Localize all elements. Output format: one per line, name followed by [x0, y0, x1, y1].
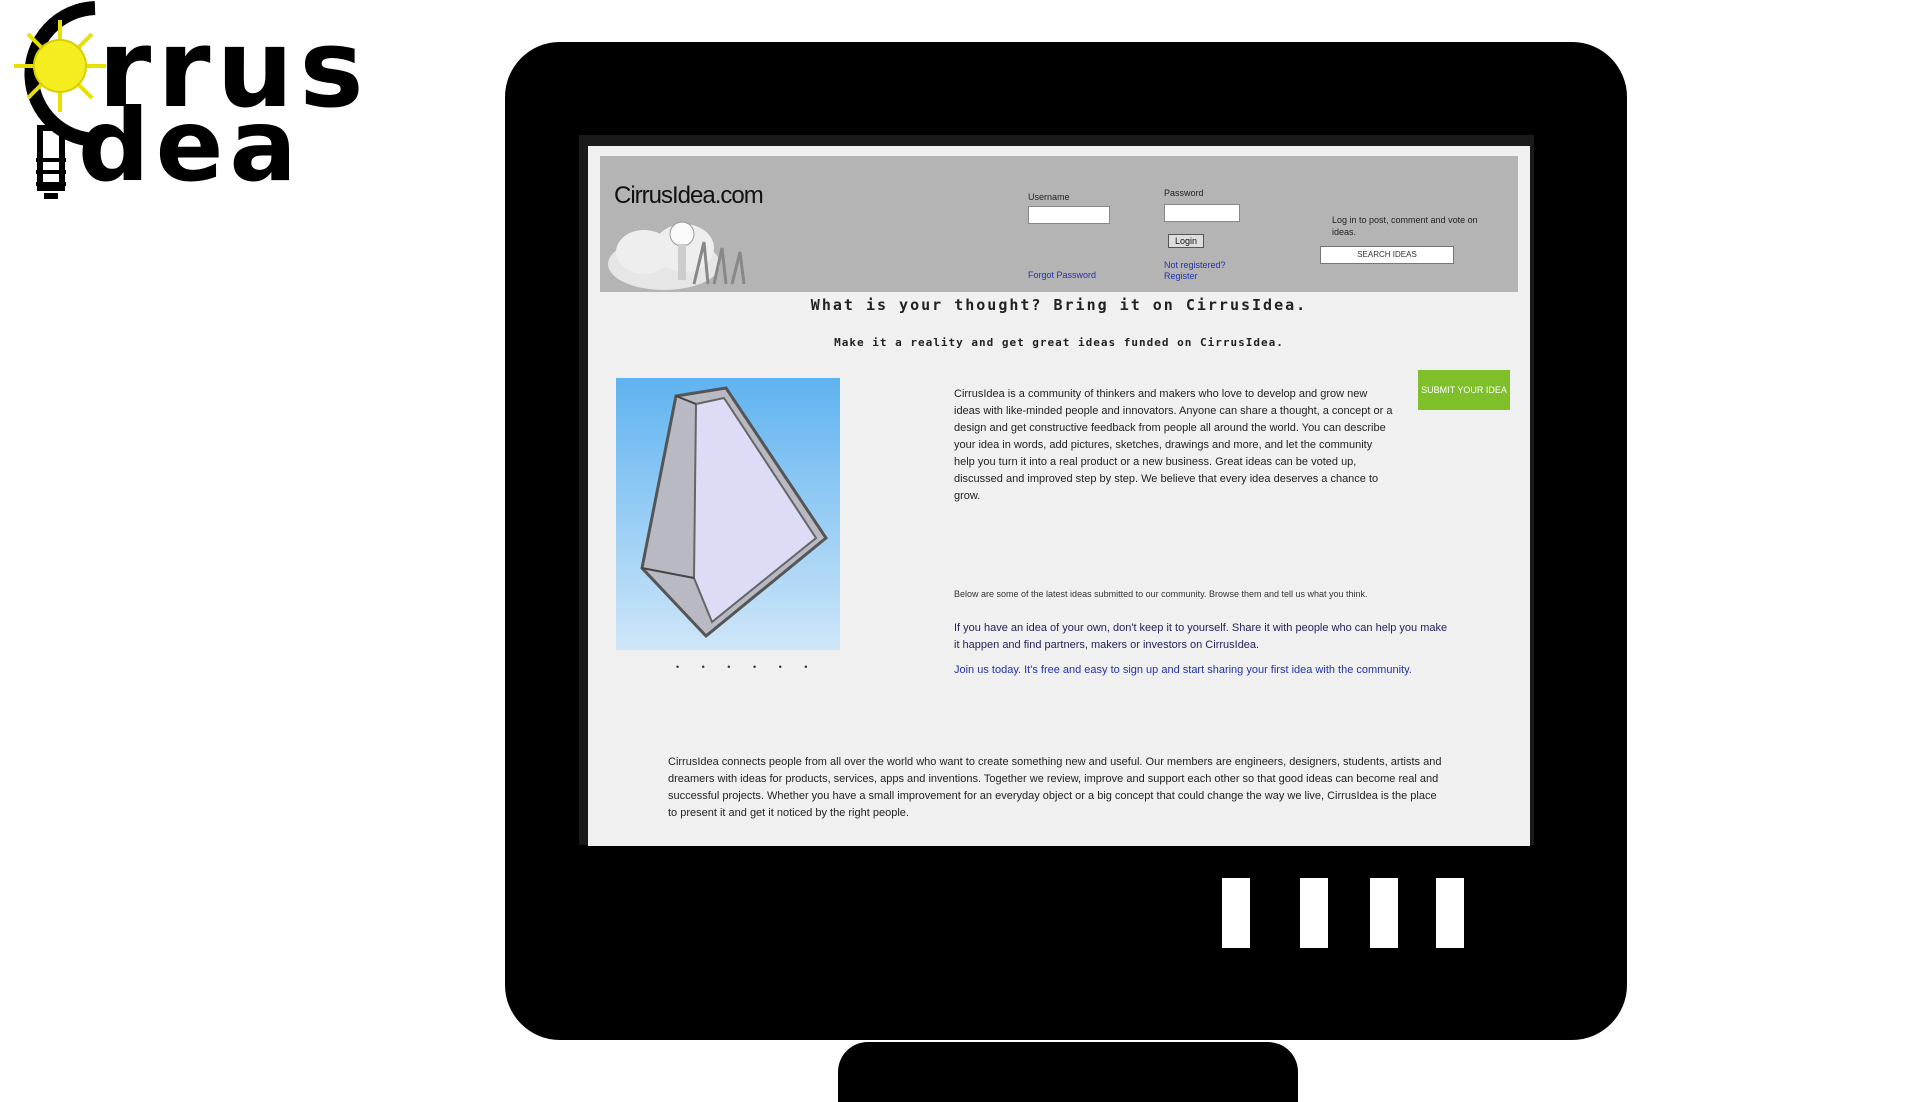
site-header: CirrusIdea.com Username Password Login F…	[600, 156, 1518, 292]
share-idea-paragraph: If you have an idea of your own, don't k…	[954, 622, 1448, 651]
monitor-vent	[1300, 878, 1328, 948]
tagline-primary: What is your thought? Bring it on Cirrus…	[810, 296, 1308, 314]
cirrus-idea-logo: rrus dea	[0, 0, 460, 210]
monitor-screen: CirrusIdea.com Username Password Login F…	[588, 146, 1530, 846]
monitor-vent	[1222, 878, 1250, 948]
site-title[interactable]: CirrusIdea.com	[614, 182, 764, 210]
username-label: Username	[1028, 192, 1070, 202]
join-paragraph[interactable]: Join us today. It's free and easy to sig…	[954, 662, 1454, 679]
password-input[interactable]	[1164, 204, 1240, 222]
cloud-bulb-icon	[608, 221, 746, 290]
monitor-vent	[1370, 878, 1398, 948]
username-input[interactable]	[1028, 206, 1110, 224]
pyramid-device-icon	[640, 386, 829, 639]
monitor-stand	[838, 1042, 1298, 1102]
image-carousel-dots[interactable]: • • • • • •	[676, 662, 817, 672]
login-button[interactable]: Login	[1168, 234, 1205, 248]
submit-idea-button[interactable]: SUBMIT YOUR IDEA	[1418, 370, 1510, 410]
featured-idea-image[interactable]	[616, 378, 840, 650]
search-field[interactable]: SEARCH IDEAS	[1320, 246, 1454, 264]
header-note: Log in to post, comment and vote on idea…	[1332, 215, 1478, 237]
monitor-vent	[1436, 878, 1464, 948]
logo-text-line2: dea	[78, 87, 303, 204]
register-link[interactable]: Not registered? Register	[1164, 260, 1244, 282]
tagline-secondary: Make it a reality and get great ideas fu…	[834, 336, 1284, 349]
password-label: Password	[1164, 188, 1204, 198]
about-paragraph: CirrusIdea connects people from all over…	[668, 756, 1442, 819]
latest-ideas-note: Below are some of the latest ideas submi…	[954, 589, 1368, 599]
intro-paragraph: CirrusIdea is a community of thinkers an…	[954, 388, 1393, 502]
forgot-password-link[interactable]: Forgot Password	[1028, 270, 1096, 280]
